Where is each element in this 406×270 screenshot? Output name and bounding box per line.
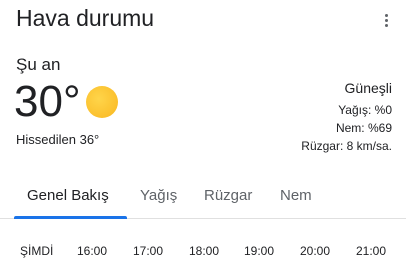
tab-overview[interactable]: Genel Bakış (27, 187, 109, 204)
hour-label: 17:00 (133, 244, 164, 258)
precipitation-text: Yağış: %0 (338, 103, 392, 117)
sun-icon (86, 86, 118, 118)
humidity-text: Nem: %69 (335, 121, 392, 135)
hour-label: 19:00 (244, 244, 275, 258)
menu-dot (384, 23, 388, 27)
page-title: Hava durumu (16, 5, 155, 31)
hour-label: 16:00 (77, 244, 108, 258)
hour-label: 20:00 (300, 244, 331, 258)
wind-text: Rüzgar: 8 km/sa. (301, 139, 392, 153)
more-vert-icon[interactable] (376, 10, 396, 30)
tab-precipitation[interactable]: Yağış (140, 187, 177, 204)
tab-humidity[interactable]: Nem (280, 187, 312, 204)
weather-tabs: Genel Bakış Yağış Rüzgar Nem (0, 175, 406, 219)
hour-label: 18:00 (189, 244, 220, 258)
menu-dot (384, 18, 388, 22)
hour-label: 21:00 (356, 244, 387, 258)
tab-wind[interactable]: Rüzgar (204, 187, 252, 204)
now-label: Şu an (16, 55, 61, 74)
feels-like-text: Hissedilen 36° (16, 132, 100, 147)
hour-label: ŞİMDİ (20, 244, 54, 258)
active-tab-indicator (14, 216, 127, 219)
menu-dot (384, 13, 388, 17)
weather-condition: Güneşli (344, 80, 392, 96)
hourly-timeline: ŞİMDİ 16:00 17:00 18:00 19:00 20:00 21:0… (0, 244, 406, 260)
current-temperature: 30° (14, 77, 81, 126)
